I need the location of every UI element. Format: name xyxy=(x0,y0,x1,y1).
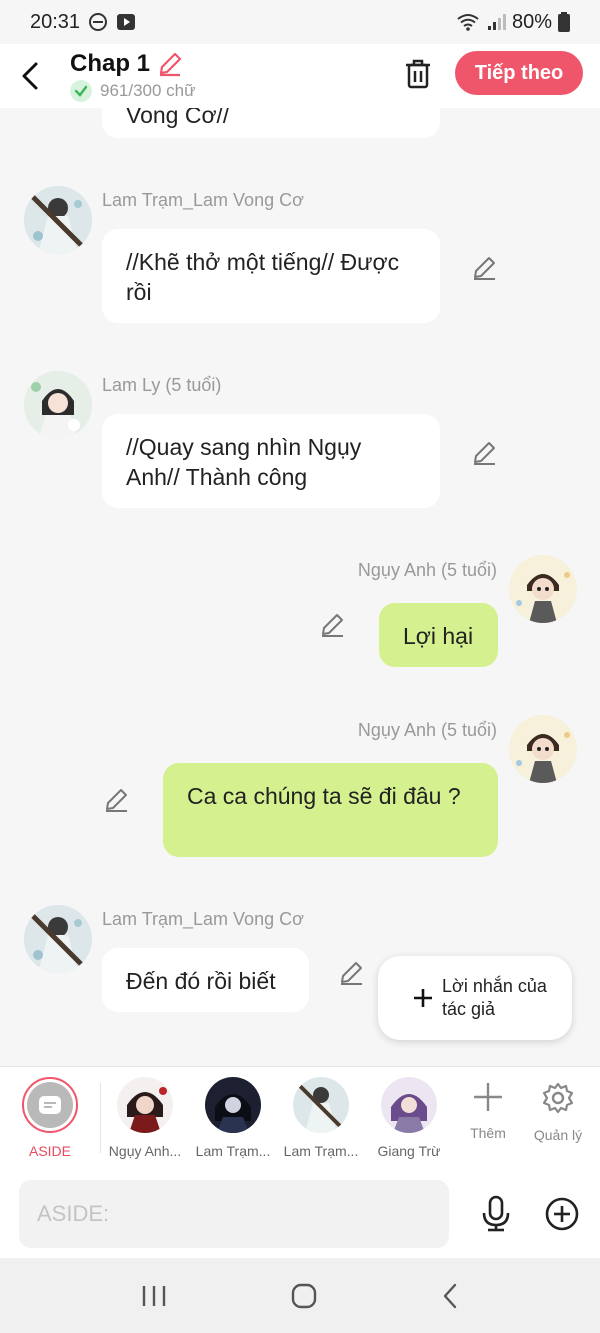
message-text: Đến đó rồi biết xyxy=(126,968,276,994)
character-selector: ASIDE Ngụy Anh... Lam Trạm... Lam Trạm..… xyxy=(0,1066,600,1170)
edit-message-icon[interactable] xyxy=(471,439,499,467)
avatar xyxy=(293,1077,349,1133)
message-text: Vong Cơ// xyxy=(126,108,230,128)
plus-circle-icon xyxy=(545,1197,579,1231)
add-attachment-button[interactable] xyxy=(540,1192,584,1236)
back-nav-icon[interactable] xyxy=(441,1282,459,1310)
plus-icon xyxy=(474,1083,502,1111)
message-bubble[interactable]: Ca ca chúng ta sẽ đi đâu ? xyxy=(163,763,498,857)
avatar[interactable] xyxy=(24,371,92,439)
edit-message-icon[interactable] xyxy=(103,786,131,814)
character-item[interactable]: Giang Trừ xyxy=(365,1067,453,1159)
check-icon xyxy=(70,80,92,102)
voice-button[interactable] xyxy=(474,1192,518,1236)
message-icon xyxy=(39,1096,61,1114)
sender-name: Lam Trạm_Lam Vong Cơ xyxy=(102,190,304,210)
avatar[interactable] xyxy=(24,905,92,973)
composer xyxy=(0,1170,600,1258)
media-icon xyxy=(117,14,136,30)
author-note-button[interactable]: Lời nhắn của tác giả xyxy=(378,956,572,1040)
top-app-bar: Chap 1 961/300 chữ Tiếp theo xyxy=(0,44,600,108)
do-not-disturb-icon xyxy=(89,13,108,31)
edit-message-icon[interactable] xyxy=(319,611,347,639)
message-bubble[interactable]: Đến đó rồi biết xyxy=(102,948,309,1012)
edit-message-icon[interactable] xyxy=(338,959,366,987)
next-chapter-button[interactable]: Tiếp theo xyxy=(455,51,583,95)
edit-title-icon[interactable] xyxy=(156,50,184,78)
character-item[interactable]: Ngụy Anh... xyxy=(101,1067,189,1159)
character-label: Giang Trừ xyxy=(377,1143,441,1159)
delete-button[interactable] xyxy=(398,54,438,94)
add-character-button[interactable]: Thêm xyxy=(453,1067,523,1141)
chapter-info: Chap 1 961/300 chữ xyxy=(70,50,196,102)
character-item[interactable]: Lam Trạm... xyxy=(277,1067,365,1159)
add-label: Thêm xyxy=(470,1125,506,1141)
message-bubble[interactable]: //Quay sang nhìn Ngụy Anh// Thành công xyxy=(102,414,440,508)
message-text: Lợi hại xyxy=(403,623,474,649)
status-bar: 20:31 80% xyxy=(0,0,600,44)
sender-name: Lam Trạm_Lam Vong Cơ xyxy=(102,909,304,929)
gear-icon xyxy=(542,1082,574,1114)
chevron-left-icon xyxy=(22,62,38,90)
character-aside[interactable]: ASIDE xyxy=(0,1067,100,1159)
message-text: //Quay sang nhìn Ngụy Anh// Thành công xyxy=(126,434,362,490)
avatar[interactable] xyxy=(509,555,577,623)
avatar xyxy=(381,1077,437,1133)
wifi-icon xyxy=(457,14,479,31)
chat-thread[interactable]: Vong Cơ// Lam Trạm_Lam Vong Cơ //Khẽ thở… xyxy=(0,108,600,1066)
sender-name: Ngụy Anh (5 tuổi) xyxy=(357,560,497,580)
message-bubble[interactable]: //Khẽ thở một tiếng// Được rồi xyxy=(102,229,440,323)
battery-level: 80% xyxy=(511,10,552,33)
message-text: //Khẽ thở một tiếng// Được rồi xyxy=(126,249,400,305)
message-bubble[interactable]: Vong Cơ// xyxy=(102,108,440,138)
message-bubble[interactable]: Lợi hại xyxy=(379,603,498,667)
trash-icon xyxy=(406,59,430,89)
author-note-label: Lời nhắn của tác giả xyxy=(442,976,547,1019)
battery-icon xyxy=(558,12,570,32)
character-label: ASIDE xyxy=(28,1143,71,1159)
clock: 20:31 xyxy=(30,10,81,33)
edit-message-icon[interactable] xyxy=(471,254,499,282)
character-item[interactable]: Lam Trạm... xyxy=(189,1067,277,1159)
sender-name: Lam Ly (5 tuổi) xyxy=(102,375,222,395)
signal-icon xyxy=(487,14,506,30)
character-label: Lam Trạm... xyxy=(283,1143,359,1159)
word-count: 961/300 chữ xyxy=(100,81,196,100)
character-label: Ngụy Anh... xyxy=(108,1143,182,1159)
avatar xyxy=(117,1077,173,1133)
avatar[interactable] xyxy=(509,715,577,783)
microphone-icon xyxy=(482,1195,510,1232)
character-label: Lam Trạm... xyxy=(195,1143,271,1159)
manage-label: Quản lý xyxy=(533,1127,583,1143)
plus-icon xyxy=(414,989,432,1007)
avatar xyxy=(205,1077,261,1133)
message-input[interactable] xyxy=(19,1180,449,1248)
manage-button[interactable]: Quản lý xyxy=(523,1067,593,1143)
back-button[interactable] xyxy=(0,44,60,108)
recent-apps-icon[interactable] xyxy=(141,1284,167,1308)
chapter-title: Chap 1 xyxy=(70,50,151,77)
avatar[interactable] xyxy=(24,186,92,254)
system-nav-bar xyxy=(0,1258,600,1333)
home-icon[interactable] xyxy=(290,1282,318,1310)
message-text: Ca ca chúng ta sẽ đi đâu ? xyxy=(187,783,461,809)
sender-name: Ngụy Anh (5 tuổi) xyxy=(357,720,497,740)
